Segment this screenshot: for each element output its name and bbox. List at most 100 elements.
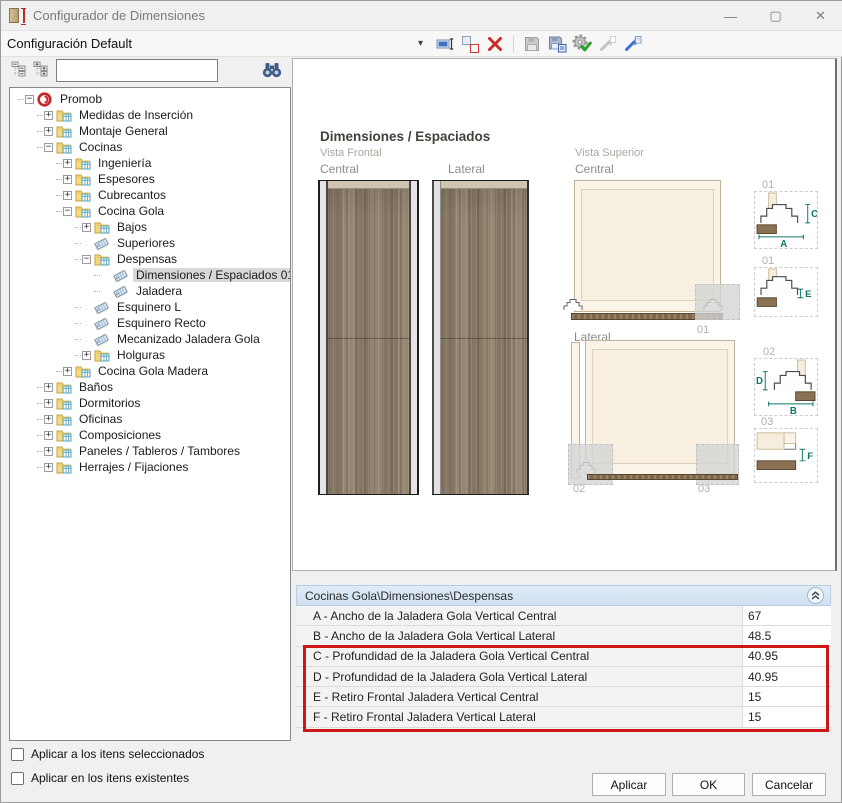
expand-node-icon[interactable]: + xyxy=(44,447,53,456)
send-config-button[interactable] xyxy=(597,34,617,54)
binoculars-icon[interactable] xyxy=(261,61,283,79)
tree-item-ingenier-a[interactable]: +Ingeniería xyxy=(10,155,290,171)
tree-connector xyxy=(56,211,62,212)
folder-icon xyxy=(56,124,72,138)
ok-button[interactable]: OK xyxy=(672,773,745,796)
chevron-down-icon[interactable]: ▾ xyxy=(418,38,423,49)
close-button[interactable]: ✕ xyxy=(798,1,842,31)
config-selector[interactable]: Configuración Default ▾ xyxy=(1,31,429,57)
expand-node-icon[interactable]: + xyxy=(44,383,53,392)
collapse-node-icon[interactable]: − xyxy=(82,255,91,264)
tree-item-cocina-gola[interactable]: −Cocina Gola xyxy=(10,203,290,219)
tree-item-bajos[interactable]: +Bajos xyxy=(10,219,290,235)
dimension-value[interactable]: 67 xyxy=(742,606,831,625)
tree-item-despensas[interactable]: − Despensas xyxy=(10,251,290,267)
tree-connector xyxy=(37,451,43,452)
dimension-label: C - Profundidad de la Jaladera Gola Vert… xyxy=(296,647,742,666)
tree-connector xyxy=(75,227,81,228)
load-config-button[interactable] xyxy=(622,34,642,54)
cancel-button[interactable]: Cancelar xyxy=(752,773,826,796)
apply-config-button[interactable] xyxy=(572,34,592,54)
collapse-all-button[interactable] xyxy=(11,61,29,79)
top-central-label: Central xyxy=(575,162,614,176)
apply-button[interactable]: Aplicar xyxy=(592,773,666,796)
apply-existing-option[interactable]: Aplicar en los itens existentes xyxy=(11,771,189,785)
tree-item-mecanizado-jaladera-gola[interactable]: Mecanizado Jaladera Gola xyxy=(10,331,290,347)
expand-node-icon[interactable]: + xyxy=(82,351,91,360)
expand-node-icon[interactable]: + xyxy=(63,191,72,200)
tree-connector xyxy=(37,387,43,388)
apply-selected-checkbox[interactable] xyxy=(11,748,24,761)
dimension-row-f[interactable]: F - Retiro Frontal Jaladera Vertical Lat… xyxy=(296,707,831,727)
tree-item-composiciones[interactable]: +Composiciones xyxy=(10,427,290,443)
tree-item-holguras[interactable]: +Holguras xyxy=(10,347,290,363)
panel-collapse-button[interactable] xyxy=(807,587,824,604)
dimension-value[interactable]: 15 xyxy=(742,707,831,726)
rename-config-button[interactable] xyxy=(435,34,455,54)
tree-item-superiores[interactable]: Superiores xyxy=(10,235,290,251)
tree-item-herrajes-fijaciones[interactable]: +Herrajes / Fijaciones xyxy=(10,459,290,475)
tree-connector xyxy=(75,307,81,308)
expand-node-icon[interactable]: + xyxy=(44,431,53,440)
tree-item-cubrecantos[interactable]: +Cubrecantos xyxy=(10,187,290,203)
expand-node-icon[interactable]: + xyxy=(63,367,72,376)
tree-item-espesores[interactable]: +Espesores xyxy=(10,171,290,187)
dimension-row-b[interactable]: B - Ancho de la Jaladera Gola Vertical L… xyxy=(296,626,831,646)
minimize-button[interactable]: — xyxy=(708,1,753,31)
search-input[interactable] xyxy=(56,59,218,82)
expand-all-button[interactable] xyxy=(33,61,51,79)
maximize-button[interactable]: ▢ xyxy=(753,1,798,31)
dimension-row-d[interactable]: D - Profundidad de la Jaladera Gola Vert… xyxy=(296,667,831,687)
save-config-button[interactable] xyxy=(522,34,542,54)
tree-item-esquinero-l[interactable]: Esquinero L xyxy=(10,299,290,315)
tree-item-montaje-general[interactable]: +Montaje General xyxy=(10,123,290,139)
delete-config-button[interactable] xyxy=(485,34,505,54)
tree-item-label: Despensas xyxy=(114,252,180,266)
apply-existing-checkbox[interactable] xyxy=(11,772,24,785)
tree-item-esquinero-recto[interactable]: Esquinero Recto xyxy=(10,315,290,331)
dimension-row-a[interactable]: A - Ancho de la Jaladera Gola Vertical C… xyxy=(296,606,831,626)
gola-profile-icon xyxy=(563,298,583,311)
expand-node-icon[interactable]: + xyxy=(63,159,72,168)
expand-node-icon[interactable]: + xyxy=(44,463,53,472)
folder-icon xyxy=(75,364,91,378)
dimension-value[interactable]: 15 xyxy=(742,687,831,706)
tree-item-medidas-de-inserci-n[interactable]: +Medidas de Inserción xyxy=(10,107,290,123)
expand-node-icon[interactable]: + xyxy=(44,399,53,408)
tree-item-cocinas[interactable]: −Cocinas xyxy=(10,139,290,155)
collapse-node-icon[interactable]: − xyxy=(25,95,34,104)
svg-text:D: D xyxy=(756,376,763,387)
tree-connector xyxy=(75,243,81,244)
expand-node-icon[interactable]: + xyxy=(82,223,91,232)
apply-selected-option[interactable]: Aplicar a los itens seleccionados xyxy=(11,747,204,761)
tree-item-paneles-tableros-tambores[interactable]: +Paneles / Tableros / Tambores xyxy=(10,443,290,459)
tree-item-ba-os[interactable]: +Baños xyxy=(10,379,290,395)
export-config-button[interactable] xyxy=(547,34,567,54)
configuration-tree: −Promob+Medidas de Inserción+Montaje Gen… xyxy=(9,87,291,741)
dimension-value[interactable]: 40.95 xyxy=(742,667,831,686)
tree-connector xyxy=(37,147,43,148)
dimension-row-e[interactable]: E - Retiro Frontal Jaladera Vertical Cen… xyxy=(296,687,831,707)
dimension-value[interactable]: 48.5 xyxy=(742,626,831,645)
tree-item-cocina-gola-madera[interactable]: +Cocina Gola Madera xyxy=(10,363,290,379)
tree-connector xyxy=(37,467,43,468)
expand-node-icon[interactable]: + xyxy=(44,127,53,136)
expand-node-icon[interactable]: + xyxy=(44,111,53,120)
dimension-row-c[interactable]: C - Profundidad de la Jaladera Gola Vert… xyxy=(296,647,831,667)
tree-item-promob[interactable]: −Promob xyxy=(10,91,290,107)
expand-node-icon[interactable]: + xyxy=(63,175,72,184)
folder-icon xyxy=(75,172,91,186)
collapse-node-icon[interactable]: − xyxy=(44,143,53,152)
folder-icon xyxy=(56,380,72,394)
expand-node-icon[interactable]: + xyxy=(44,415,53,424)
tree-item-dormitorios[interactable]: +Dormitorios xyxy=(10,395,290,411)
duplicate-config-button[interactable] xyxy=(460,34,480,54)
tree-item-jaladera[interactable]: Jaladera xyxy=(10,283,290,299)
dimension-table: Cocinas Gola\Dimensiones\Despensas A - A… xyxy=(296,585,831,728)
collapse-node-icon[interactable]: − xyxy=(63,207,72,216)
tree-item-oficinas[interactable]: +Oficinas xyxy=(10,411,290,427)
dimension-value[interactable]: 40.95 xyxy=(742,647,831,666)
folder-icon xyxy=(56,412,72,426)
rename-config-icon xyxy=(436,35,455,53)
tree-item-dimensiones-espaciados-01[interactable]: Dimensiones / Espaciados 01 xyxy=(10,267,290,283)
